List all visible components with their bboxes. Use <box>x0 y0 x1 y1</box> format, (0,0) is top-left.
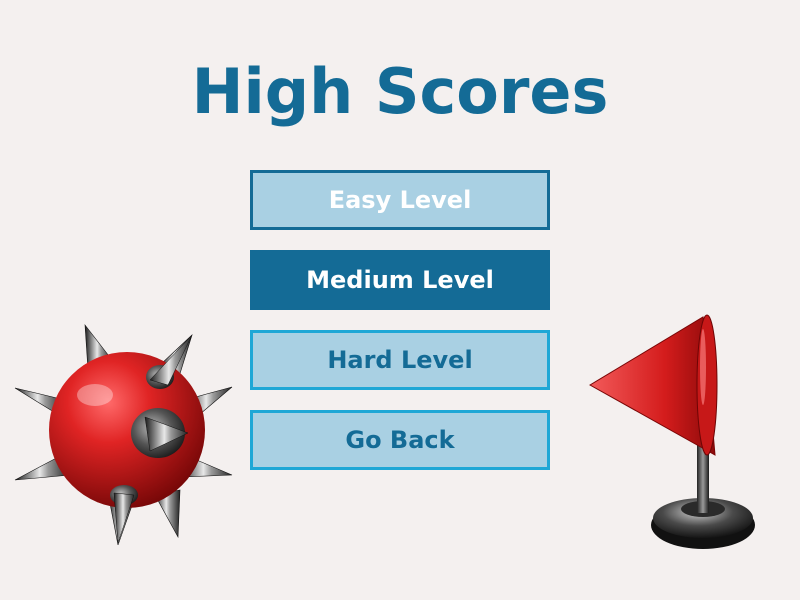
go-back-button[interactable]: Go Back <box>250 410 550 470</box>
medium-level-button[interactable]: Medium Level <box>250 250 550 310</box>
mine-icon <box>14 324 233 545</box>
hard-level-button[interactable]: Hard Level <box>250 330 550 390</box>
easy-level-button[interactable]: Easy Level <box>250 170 550 230</box>
page-title: High Scores <box>191 55 609 128</box>
flag-icon <box>589 314 755 549</box>
